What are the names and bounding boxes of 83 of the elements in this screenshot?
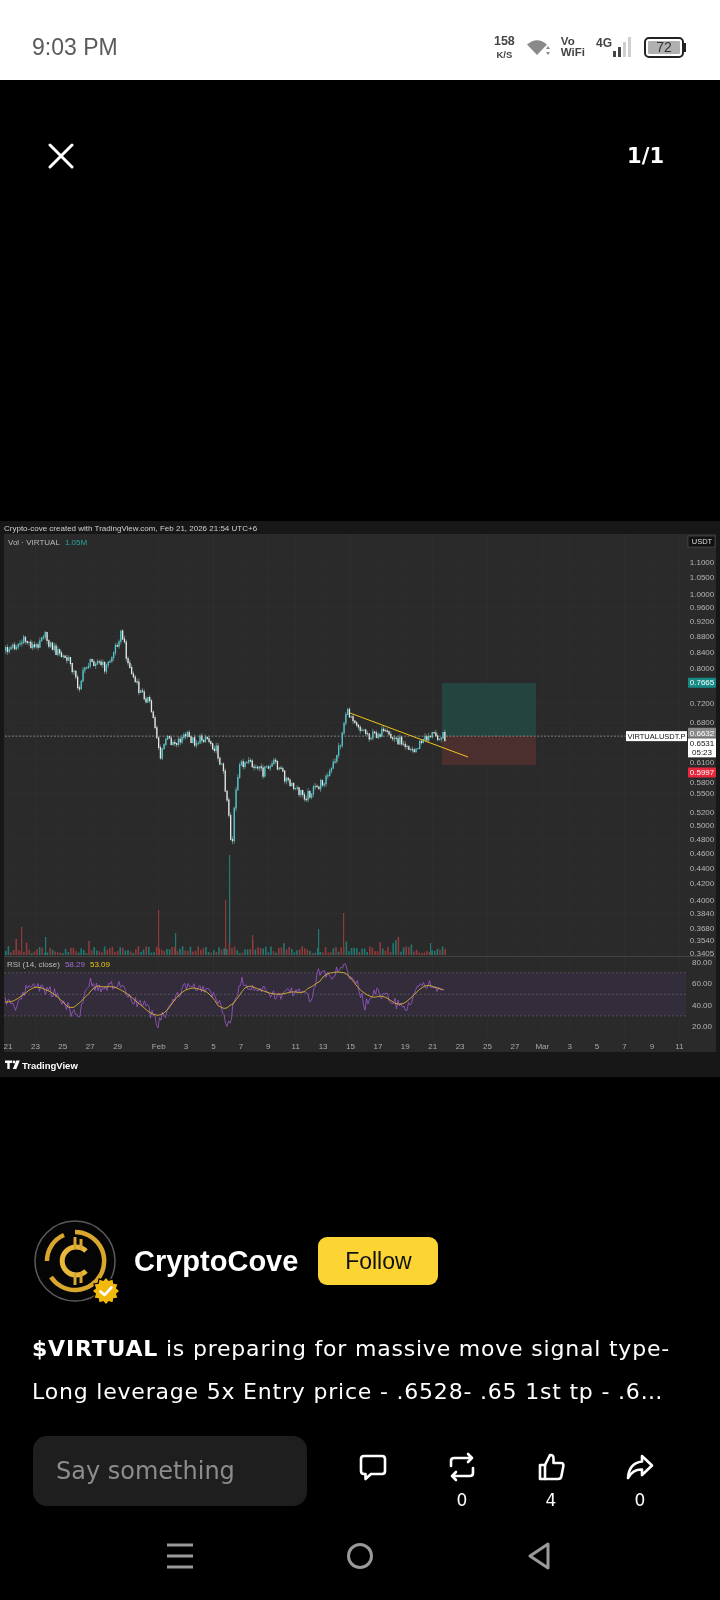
author-name: CryptoCove bbox=[134, 1244, 299, 1278]
last-price-tag: 0.6531 05:23 bbox=[688, 738, 716, 758]
post-text: $VIRTUAL is preparing for massive move signal type- Long leverage 5x Entry price - .6528- .65 1st tp - .6… bbox=[32, 1335, 671, 1406]
vowifi-label: Vo bbox=[560, 35, 575, 47]
signal-icon bbox=[613, 37, 633, 57]
price-tag: 0.6632 bbox=[688, 727, 716, 738]
time-axis-label: 7 bbox=[622, 1041, 627, 1051]
price-axis-label: 0.5500 bbox=[689, 789, 715, 799]
time-axis-label: 3 bbox=[567, 1041, 572, 1051]
time-axis-label: 21 bbox=[428, 1041, 438, 1051]
time-axis-label: 15 bbox=[346, 1041, 355, 1051]
price-axis-label: 0.4000 bbox=[689, 895, 715, 905]
like-button[interactable]: 4 bbox=[521, 1436, 581, 1510]
time-axis-label: 11 bbox=[675, 1041, 684, 1051]
network-speed-unit: K/S bbox=[496, 49, 513, 59]
time-axis-label: 5 bbox=[594, 1041, 600, 1051]
price-axis-label: 0.5200 bbox=[689, 808, 715, 818]
time-axis-label: 21 bbox=[3, 1041, 13, 1051]
rsi-axis-label: 80.00 bbox=[692, 957, 712, 967]
price-axis-label: 0.9600 bbox=[689, 603, 715, 613]
time-axis-label: 7 bbox=[238, 1041, 244, 1051]
time-axis-label: Feb bbox=[151, 1041, 166, 1051]
price-axis-label: 0.8000 bbox=[689, 664, 715, 674]
brand-name: TradingView bbox=[22, 1059, 78, 1071]
status-time: 9:03 PM bbox=[32, 33, 118, 61]
network-type: 4G bbox=[596, 37, 612, 49]
rsi-legend-average: 53.09 bbox=[89, 960, 110, 969]
price-axis-label: 0.5000 bbox=[689, 821, 715, 831]
time-axis-label: 13 bbox=[318, 1041, 328, 1051]
wifi-icon bbox=[525, 38, 550, 56]
price-axis-label: 1.1000 bbox=[689, 557, 715, 567]
time-axis-label: 23 bbox=[455, 1041, 465, 1051]
price-axis-label: 0.3405 bbox=[689, 949, 715, 959]
time-axis-label: 5 bbox=[211, 1041, 216, 1051]
time-axis-label: 29 bbox=[113, 1041, 123, 1051]
time-axis-label: 23 bbox=[30, 1041, 40, 1051]
price-axis-label: 0.3840 bbox=[689, 909, 715, 919]
chart-caption: Crypto-cove created with TradingView.com, Feb 21, 2026 21:54 UTC+6 bbox=[4, 524, 258, 533]
rsi-axis-label: 20.00 bbox=[692, 1022, 712, 1032]
follow-button[interactable]: Follow bbox=[318, 1237, 439, 1285]
repost-button[interactable]: 0 bbox=[432, 1436, 492, 1510]
price-axis-label: 0.3540 bbox=[689, 936, 715, 946]
price-axis-label: 0.8400 bbox=[689, 647, 715, 657]
logo-icon bbox=[5, 1060, 20, 1069]
time-axis-label: 25 bbox=[483, 1041, 492, 1051]
vowifi-label: WiFi bbox=[560, 47, 585, 59]
price-axis-label: 0.3680 bbox=[689, 923, 715, 933]
price-axis-label: 0.5800 bbox=[689, 778, 715, 788]
price-axis-label: 1.0500 bbox=[689, 573, 715, 583]
network-speed: 158 bbox=[493, 35, 515, 48]
price-axis-label: 0.6800 bbox=[689, 718, 715, 728]
price-axis-label: 0.4800 bbox=[689, 834, 715, 844]
time-axis-label: 17 bbox=[373, 1041, 383, 1051]
price-tag: 0.7665 bbox=[688, 677, 716, 688]
battery-indicator: 72 bbox=[644, 36, 684, 58]
time-axis-label: 27 bbox=[85, 1041, 95, 1051]
image-counter: 1/1 bbox=[627, 144, 664, 168]
price-tag: 0.5997 bbox=[688, 767, 716, 778]
price-axis-label: 0.7200 bbox=[689, 699, 715, 709]
share-button[interactable]: 0 bbox=[610, 1436, 670, 1510]
price-axis-label: 0.4200 bbox=[689, 879, 715, 889]
close-icon[interactable] bbox=[48, 143, 74, 169]
price-axis-label: 0.4600 bbox=[689, 849, 715, 858]
volume-legend-label: Vol · VIRTUAL bbox=[8, 538, 60, 547]
volume-legend-value: 1.05M bbox=[64, 538, 88, 547]
rsi-axis-label: 40.00 bbox=[692, 1000, 712, 1010]
time-axis-label: Mar bbox=[535, 1041, 550, 1051]
time-axis-label: 9 bbox=[649, 1041, 655, 1051]
price-axis-label: 1.0000 bbox=[689, 589, 715, 599]
rsi-legend-value: 58.29 bbox=[64, 960, 85, 969]
price-axis-label: 0.9200 bbox=[689, 617, 715, 627]
time-axis-label: 27 bbox=[510, 1041, 520, 1051]
time-axis-label: 3 bbox=[183, 1041, 189, 1051]
comment-input[interactable]: Say something bbox=[33, 1436, 307, 1506]
rsi-axis-label: 60.00 bbox=[692, 979, 712, 989]
time-axis-label: 11 bbox=[291, 1041, 300, 1051]
price-axis-label: 0.8800 bbox=[689, 632, 715, 642]
rsi-legend-label: RSI (14, close) bbox=[7, 960, 60, 969]
price-axis-label: 0.4400 bbox=[689, 863, 715, 873]
time-axis-label: 25 bbox=[58, 1041, 68, 1051]
time-axis-label: 19 bbox=[400, 1041, 410, 1051]
time-axis-label: 9 bbox=[266, 1041, 271, 1051]
price-axis-label: 0.6100 bbox=[689, 758, 715, 768]
